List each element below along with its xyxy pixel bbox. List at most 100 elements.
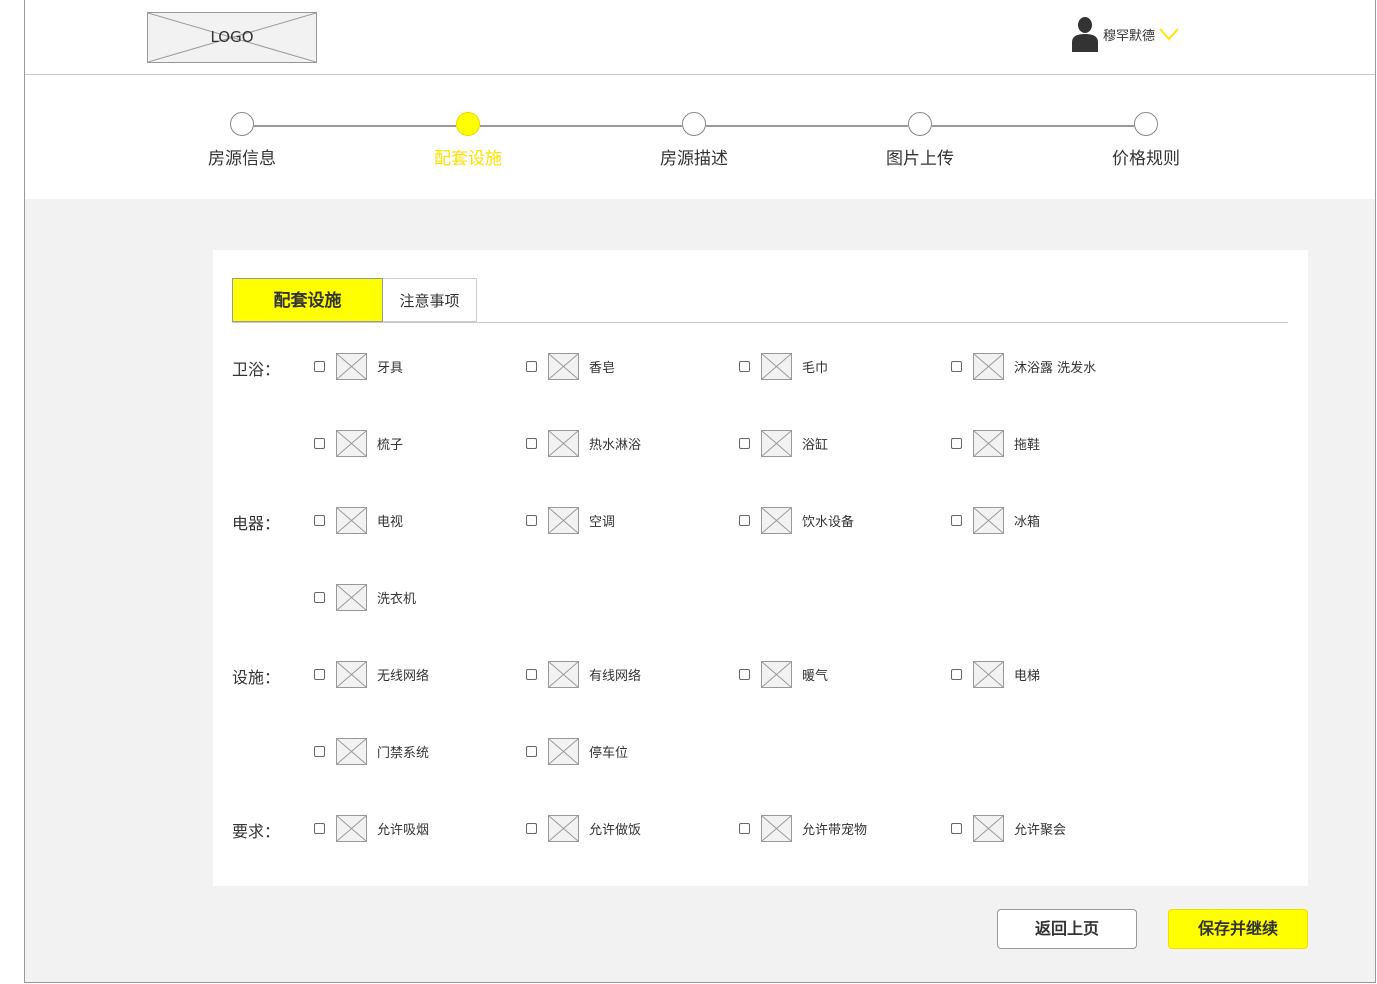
- facility-item[interactable]: 电视: [314, 507, 403, 534]
- image-placeholder-icon: [761, 353, 792, 380]
- facility-item[interactable]: 梳子: [314, 430, 403, 457]
- facility-item[interactable]: 饮水设备: [739, 507, 854, 534]
- facilities-card: 配套设施 注意事项 卫浴： 牙具 香皂 毛巾 沐浴露 洗发水梳子 热水淋浴 浴缸 拖鞋电器： 电…: [213, 250, 1308, 886]
- facility-label: 门禁系统: [377, 746, 430, 761]
- facility-item[interactable]: 香皂: [526, 353, 615, 380]
- image-placeholder-icon: [336, 661, 367, 688]
- image-placeholder-icon: [973, 815, 1004, 842]
- step-5[interactable]: 价格规则: [1076, 112, 1216, 169]
- facility-checkbox[interactable]: [314, 515, 325, 526]
- step-dot: [682, 112, 706, 136]
- facility-item[interactable]: 允许吸烟: [314, 815, 429, 842]
- facility-item[interactable]: 沐浴露 洗发水: [951, 353, 1096, 380]
- app-frame: LOGO 穆罕默德 房源信息配套设施 房源描述 图片上传 价格规则 配套设施 注意事项…: [24, 0, 1376, 983]
- step-dot: [1134, 112, 1158, 136]
- facility-checkbox[interactable]: [314, 592, 325, 603]
- tab-notes[interactable]: 注意事项: [383, 278, 477, 322]
- facility-item[interactable]: 允许做饭: [526, 815, 641, 842]
- logo[interactable]: LOGO: [147, 12, 317, 63]
- back-button[interactable]: 返回上页: [997, 909, 1137, 949]
- facility-label: 浴缸: [802, 438, 829, 453]
- step-dot: [230, 112, 254, 136]
- progress-stepper: 房源信息 配套设施 房源描述 图片上传 价格规则: [25, 75, 1375, 199]
- facility-checkbox[interactable]: [314, 361, 325, 372]
- image-placeholder-icon: [548, 661, 579, 688]
- facility-label: 热水淋浴: [589, 438, 642, 453]
- facility-label: 香皂: [589, 361, 616, 376]
- image-placeholder-icon: [548, 738, 579, 765]
- step-label: 配套设施: [434, 149, 502, 169]
- facility-checkbox[interactable]: [951, 361, 962, 372]
- facility-label: 有线网络: [589, 669, 642, 684]
- facility-item[interactable]: 牙具: [314, 353, 403, 380]
- step-3[interactable]: 房源描述: [624, 112, 764, 169]
- facility-item[interactable]: 空调: [526, 507, 615, 534]
- facility-item[interactable]: 热水淋浴: [526, 430, 641, 457]
- facility-checkbox[interactable]: [526, 823, 537, 834]
- step-1[interactable]: 房源信息: [172, 112, 312, 169]
- facility-item[interactable]: 停车位: [526, 738, 628, 765]
- facility-item[interactable]: 浴缸: [739, 430, 828, 457]
- facility-checkbox[interactable]: [526, 669, 537, 680]
- facility-checkbox[interactable]: [739, 669, 750, 680]
- facility-label: 饮水设备: [802, 515, 855, 530]
- facility-checkbox[interactable]: [526, 746, 537, 757]
- step-2[interactable]: 配套设施: [398, 112, 538, 169]
- facility-item[interactable]: 冰箱: [951, 507, 1040, 534]
- facility-checkbox[interactable]: [951, 515, 962, 526]
- facility-item[interactable]: 洗衣机: [314, 584, 416, 611]
- image-placeholder-icon: [548, 353, 579, 380]
- facility-item[interactable]: 有线网络: [526, 661, 641, 688]
- facility-checkbox[interactable]: [951, 823, 962, 834]
- image-placeholder-icon: [973, 353, 1004, 380]
- facility-checkbox[interactable]: [739, 438, 750, 449]
- facility-checkbox[interactable]: [951, 438, 962, 449]
- facility-item[interactable]: 允许聚会: [951, 815, 1066, 842]
- facility-checkbox[interactable]: [739, 823, 750, 834]
- facility-label: 梳子: [377, 438, 404, 453]
- top-header: LOGO 穆罕默德: [25, 0, 1375, 75]
- facility-checkbox[interactable]: [739, 515, 750, 526]
- facility-checkbox[interactable]: [314, 823, 325, 834]
- user-menu[interactable]: 穆罕默德: [1071, 14, 1179, 54]
- facility-label: 牙具: [377, 361, 404, 376]
- facility-label: 洗衣机: [377, 592, 417, 607]
- image-placeholder-icon: [973, 430, 1004, 457]
- image-placeholder-icon: [336, 815, 367, 842]
- step-label: 价格规则: [1112, 149, 1180, 169]
- facility-checkbox[interactable]: [314, 438, 325, 449]
- category-label: 设施：: [232, 668, 281, 687]
- step-label: 房源描述: [660, 149, 728, 169]
- image-placeholder-icon: [548, 815, 579, 842]
- facility-checkbox[interactable]: [526, 515, 537, 526]
- facility-item[interactable]: 无线网络: [314, 661, 429, 688]
- step-4[interactable]: 图片上传: [850, 112, 990, 169]
- facility-item[interactable]: 电梯: [951, 661, 1040, 688]
- category-label: 电器：: [232, 514, 281, 533]
- image-placeholder-icon: [336, 738, 367, 765]
- facility-checkbox[interactable]: [314, 746, 325, 757]
- logo-text: LOGO: [210, 28, 254, 46]
- facility-checkbox[interactable]: [314, 669, 325, 680]
- category-label: 卫浴：: [232, 360, 281, 379]
- chevron-down-icon[interactable]: [1159, 27, 1179, 41]
- image-placeholder-icon: [761, 507, 792, 534]
- tab-facilities[interactable]: 配套设施: [232, 278, 383, 322]
- facility-item[interactable]: 拖鞋: [951, 430, 1040, 457]
- tab-bar: 配套设施 注意事项: [232, 278, 1288, 323]
- facility-checkbox[interactable]: [739, 361, 750, 372]
- image-placeholder-icon: [336, 430, 367, 457]
- facility-item[interactable]: 暖气: [739, 661, 828, 688]
- facility-item[interactable]: 毛巾: [739, 353, 828, 380]
- facility-label: 拖鞋: [1014, 438, 1041, 453]
- facility-checkbox[interactable]: [951, 669, 962, 680]
- step-label: 图片上传: [886, 149, 954, 169]
- facility-checkbox[interactable]: [526, 361, 537, 372]
- facility-checkbox[interactable]: [526, 438, 537, 449]
- category-label: 要求：: [232, 822, 281, 841]
- image-placeholder-icon: [761, 430, 792, 457]
- facility-item[interactable]: 门禁系统: [314, 738, 429, 765]
- facility-item[interactable]: 允许带宠物: [739, 815, 867, 842]
- save-continue-button[interactable]: 保存并继续: [1168, 909, 1308, 949]
- image-placeholder-icon: [548, 430, 579, 457]
